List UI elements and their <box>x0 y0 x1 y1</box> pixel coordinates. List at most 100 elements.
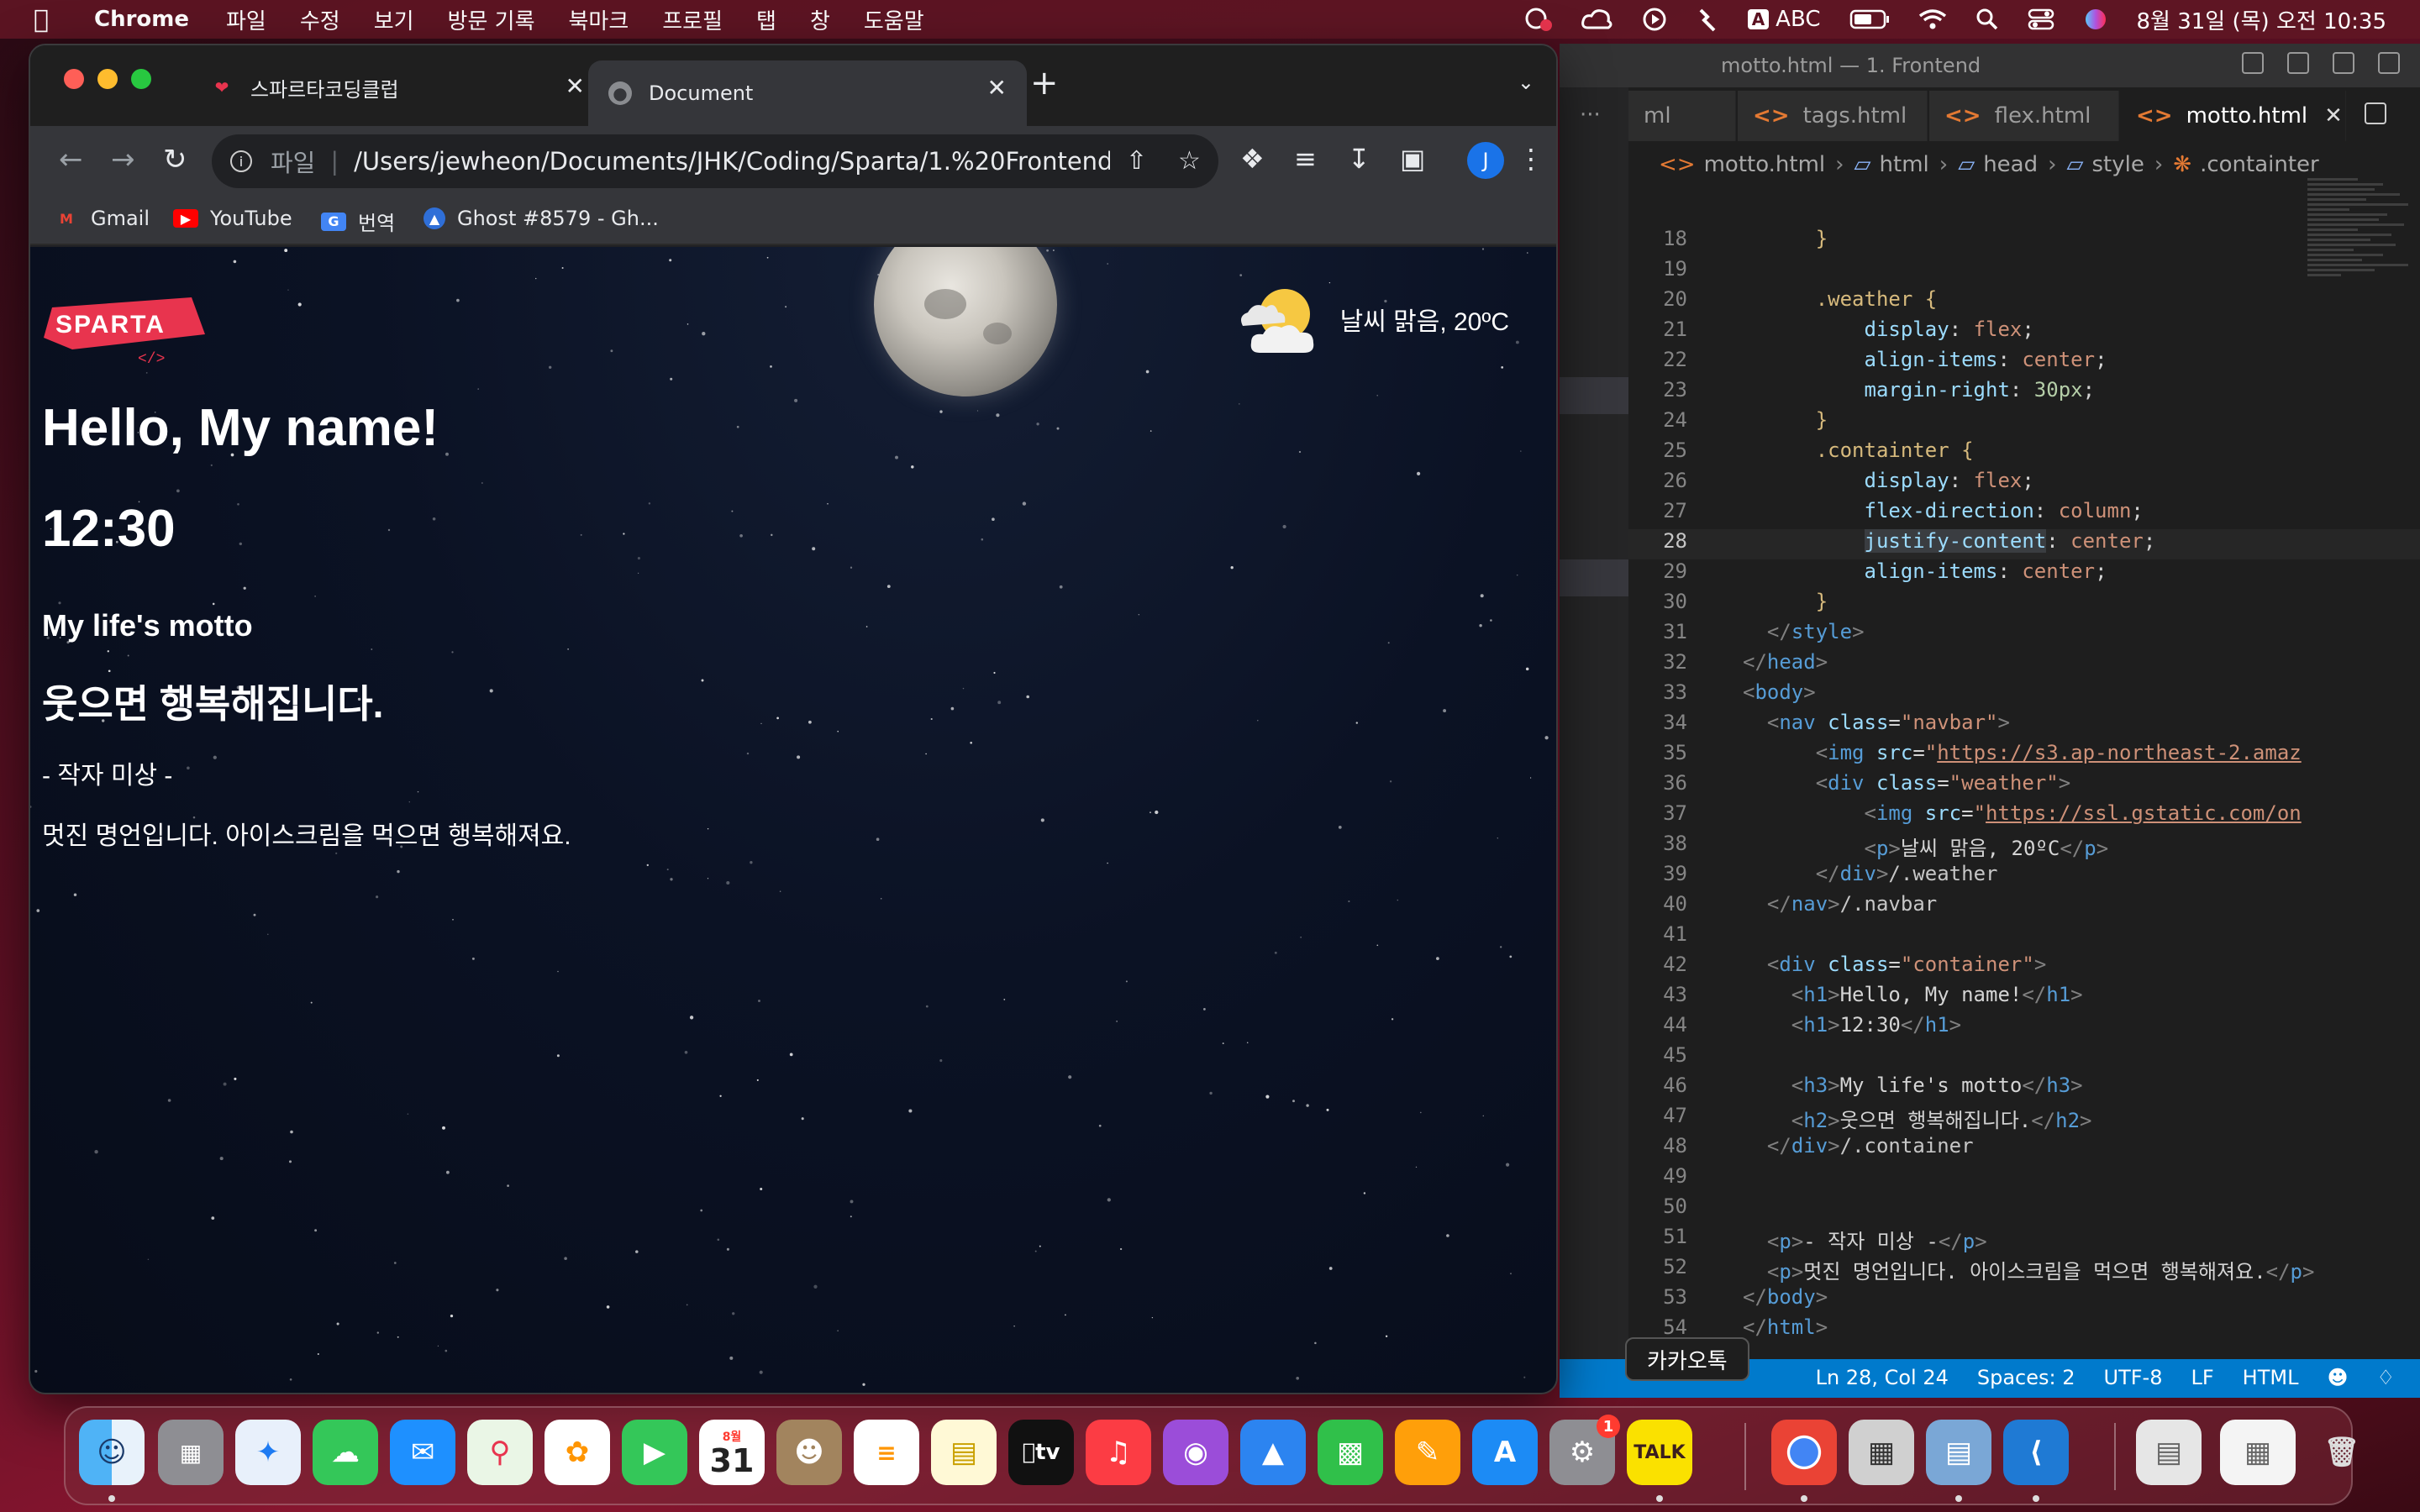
menu-profiles[interactable]: 프로필 <box>662 4 723 35</box>
forward-arrow-icon[interactable]: → <box>111 143 135 176</box>
bookmark-youtube[interactable]: ▶ YouTube <box>173 207 292 230</box>
code-line[interactable]: 36 <div class="weather"> <box>1628 771 2420 801</box>
new-tab-plus-icon[interactable]: + <box>1030 64 1059 102</box>
code-line[interactable]: 23 margin-right: 30px; <box>1628 378 2420 408</box>
menu-history[interactable]: 방문 기록 <box>448 4 535 35</box>
menu-bookmarks[interactable]: 북마크 <box>569 4 629 35</box>
breadcrumb-item[interactable]: .containter <box>2200 152 2319 177</box>
menu-view[interactable]: 보기 <box>374 4 414 35</box>
breadcrumb-item[interactable]: style <box>2092 152 2144 177</box>
notifications-bell-icon[interactable]: ♢ <box>2376 1366 2395 1389</box>
numbers-icon[interactable]: ▩ <box>1318 1420 1383 1485</box>
launchpad-icon[interactable]: ▦ <box>158 1420 224 1485</box>
extensions-puzzle-icon[interactable]: ❖ <box>1240 143 1265 175</box>
code-line[interactable]: 32 </head> <box>1628 650 2420 680</box>
control-center-icon[interactable] <box>2028 8 2054 31</box>
menu-help[interactable]: 도움말 <box>864 4 924 35</box>
breadcrumb-item[interactable]: html <box>1880 152 1929 177</box>
search-icon[interactable] <box>1975 8 1999 31</box>
code-line[interactable]: 48 </div>/.container <box>1628 1134 2420 1164</box>
status-cursor-position[interactable]: Ln 28, Col 24 <box>1816 1366 1949 1389</box>
bookmark-translate[interactable]: G 번역 <box>321 207 395 236</box>
facetime-icon[interactable]: ▶ <box>622 1420 687 1485</box>
code-line[interactable]: 47 <h2>웃으면 행복해집니다.</h2> <box>1628 1104 2420 1134</box>
share-icon[interactable]: ⇧ <box>1126 146 1147 176</box>
browser-tab-sparta[interactable]: ❤ 스파르타코딩클럽 ✕ <box>190 59 605 116</box>
more-tabs-icon[interactable]: ··· <box>1580 102 1601 128</box>
bookmark-gmail[interactable]: M Gmail <box>54 207 150 230</box>
code-line[interactable]: 20 .weather { <box>1628 287 2420 318</box>
mail-icon[interactable]: ✉ <box>390 1420 455 1485</box>
toggle-panel-icon[interactable] <box>2287 52 2309 74</box>
reload-icon[interactable]: ↻ <box>163 143 187 176</box>
menu-edit[interactable]: 수정 <box>300 4 340 35</box>
vscode-icon[interactable]: ⟨ <box>2003 1420 2069 1485</box>
toggle-secondary-sidebar-icon[interactable] <box>2333 52 2354 74</box>
bookmark-star-icon[interactable]: ☆ <box>1178 146 1201 176</box>
safari-icon[interactable]: ✦ <box>235 1420 301 1485</box>
contacts-icon[interactable]: ☻ <box>776 1420 842 1485</box>
code-line[interactable]: 42 <div class="container"> <box>1628 953 2420 983</box>
play-icon[interactable] <box>1642 7 1667 32</box>
sidebar-selected-row[interactable] <box>1560 559 1628 596</box>
feedback-icon[interactable]: ☻ <box>2327 1366 2348 1389</box>
code-line[interactable]: 39 </div>/.weather <box>1628 862 2420 892</box>
back-arrow-icon[interactable]: ← <box>59 143 83 176</box>
menu-file[interactable]: 파일 <box>226 4 266 35</box>
wifi-icon[interactable] <box>1918 8 1947 30</box>
code-line[interactable]: 38 <p>날씨 맑음, 20ºC</p> <box>1628 832 2420 862</box>
code-line[interactable]: 33 <body> <box>1628 680 2420 711</box>
siri-icon[interactable] <box>2083 7 2108 32</box>
system-settings-icon[interactable]: ⚙ 1 <box>1549 1415 1620 1485</box>
code-editor[interactable]: 18 } 19 20 .weather { 21 display: flex; … <box>1628 227 2420 1352</box>
editor-tab-flex[interactable]: <> flex.html <box>1929 91 2119 141</box>
code-line[interactable]: 18 } <box>1628 227 2420 257</box>
code-line[interactable]: 44 <h1>12:30</h1> <box>1628 1013 2420 1043</box>
finder-icon[interactable]: ☺ <box>79 1420 145 1485</box>
code-line[interactable]: 22 align-items: center; <box>1628 348 2420 378</box>
photos-icon[interactable]: ✿ <box>544 1420 610 1485</box>
pages-icon[interactable]: ✎ <box>1395 1420 1460 1485</box>
screenshot-stack-icon[interactable]: ▦ <box>2220 1420 2296 1485</box>
close-window-button[interactable] <box>64 69 84 89</box>
code-line[interactable]: 27 flex-direction: column; <box>1628 499 2420 529</box>
breadcrumb-item[interactable]: motto.html <box>1704 152 1826 177</box>
keynote-icon[interactable]: ▲ <box>1240 1420 1306 1485</box>
close-icon[interactable]: ✕ <box>2324 103 2343 129</box>
editor-tab-motto[interactable]: <> motto.html ✕ <box>2121 91 2346 141</box>
app-store-icon[interactable]: A <box>1472 1420 1538 1485</box>
minimap[interactable] <box>2307 178 2417 396</box>
code-line[interactable]: 45 <box>1628 1043 2420 1074</box>
editor-tab[interactable]: ml <box>1628 91 1736 141</box>
close-tab-icon[interactable]: ✕ <box>987 74 1007 102</box>
code-line[interactable]: 31 </style> <box>1628 620 2420 650</box>
kakaotalk-icon[interactable]: TALK <box>1627 1420 1692 1485</box>
notes-icon[interactable]: ▤ <box>931 1420 997 1485</box>
music-icon[interactable]: ♫ <box>1086 1420 1151 1485</box>
code-line[interactable]: 26 display: flex; <box>1628 469 2420 499</box>
editor-tab-tags[interactable]: <> tags.html <box>1738 91 1928 141</box>
status-language[interactable]: HTML <box>2243 1366 2299 1389</box>
calculator-icon[interactable]: ▦ <box>1849 1420 1914 1485</box>
input-source-icon[interactable]: A ABC <box>1747 7 1821 32</box>
download-icon[interactable]: ↧ <box>1348 143 1370 175</box>
battery-icon[interactable] <box>1849 9 1890 29</box>
side-panel-icon[interactable]: ▣ <box>1400 143 1425 175</box>
menu-app-name[interactable]: Chrome <box>94 7 189 32</box>
apple-icon[interactable]:  <box>34 5 49 34</box>
code-line[interactable]: 40 </nav>/.navbar <box>1628 892 2420 922</box>
profile-avatar[interactable]: J <box>1467 142 1504 179</box>
status-encoding[interactable]: UTF-8 <box>2104 1366 2163 1389</box>
code-line[interactable]: 43 <h1>Hello, My name!</h1> <box>1628 983 2420 1013</box>
bookmark-ghost[interactable]: ▲ Ghost #8579 - Gh... <box>424 207 659 230</box>
menu-tab[interactable]: 탭 <box>756 4 776 35</box>
preview-icon[interactable]: ▤ <box>1926 1420 1991 1485</box>
browser-tab-document[interactable]: ● Document ✕ <box>588 60 1027 126</box>
code-line[interactable]: 21 display: flex; <box>1628 318 2420 348</box>
menu-window[interactable]: 창 <box>810 4 830 35</box>
clock-datetime[interactable]: 8월 31일 (목) 오전 10:35 <box>2137 4 2387 35</box>
code-line[interactable]: 29 align-items: center; <box>1628 559 2420 590</box>
code-line[interactable]: 46 <h3>My life's motto</h3> <box>1628 1074 2420 1104</box>
breadcrumb-item[interactable]: head <box>1983 152 2038 177</box>
more-vertical-icon[interactable]: ⋮ <box>1518 143 1544 175</box>
